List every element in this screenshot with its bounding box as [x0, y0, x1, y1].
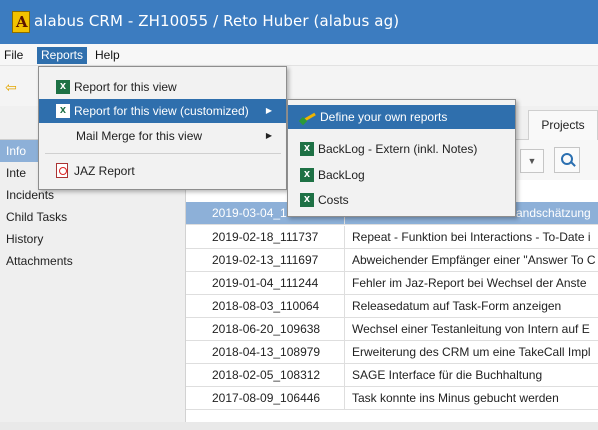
- cell-description: Abweichender Empfänger einer "Answer To …: [352, 253, 596, 267]
- excel-icon: X: [300, 193, 314, 207]
- window-title: alabus CRM - ZH10055 / Reto Huber (alabu…: [34, 12, 400, 30]
- cell-description: Repeat - Funktion bei Interactions - To-…: [352, 230, 591, 244]
- menu-item-costs[interactable]: X Costs: [288, 188, 515, 212]
- excel-icon: X: [300, 142, 314, 156]
- table-row[interactable]: 2019-02-18_111737 Repeat - Funktion bei …: [186, 226, 598, 249]
- chevron-down-icon[interactable]: ▼: [520, 149, 544, 173]
- menu-item-jaz-report[interactable]: JAZ Report: [39, 159, 286, 183]
- menu-file[interactable]: File: [0, 47, 27, 64]
- cell-number: 2019-02-18_111737: [186, 226, 345, 249]
- menu-reports[interactable]: Reports: [37, 47, 88, 64]
- search-icon[interactable]: [554, 147, 580, 173]
- menu-help[interactable]: Help: [91, 47, 124, 64]
- menu-item-define-own-reports[interactable]: Define your own reports: [288, 105, 515, 129]
- cell-description: SAGE Interface für die Buchhaltung: [352, 368, 543, 382]
- table-row[interactable]: 2018-08-03_110064 Releasedatum auf Task-…: [186, 295, 598, 318]
- custom-reports-submenu: Define your own reports X BackLog - Exte…: [287, 99, 516, 217]
- menu-bar: File Reports Help: [0, 44, 598, 66]
- menu-item-label: BackLog: [318, 168, 365, 182]
- menu-item-label: Costs: [318, 193, 349, 207]
- excel-icon: X: [56, 80, 70, 94]
- excel-icon: X: [300, 168, 314, 182]
- sidebar-item-attachments[interactable]: Attachments: [0, 250, 186, 272]
- table-row[interactable]: 2019-02-13_111697 Abweichender Empfänger…: [186, 249, 598, 272]
- sidebar-item-child-tasks[interactable]: Child Tasks: [0, 206, 186, 228]
- cell-number: 2018-06-20_109638: [186, 318, 345, 341]
- submenu-arrow-icon: ▶: [265, 106, 272, 115]
- cell-description: Erweiterung des CRM um eine TakeCall Imp…: [352, 345, 591, 359]
- cell-number: 2018-02-05_108312: [186, 364, 345, 387]
- back-arrow-icon[interactable]: ⇦: [5, 79, 17, 96]
- cell-description: Wechsel einer Testanleitung von Intern a…: [352, 322, 590, 336]
- cell-description: Fehler im Jaz-Report bei Wechsel der Ans…: [352, 276, 587, 290]
- cell-number: 2018-04-13_108979: [186, 341, 345, 364]
- menu-item-label: Mail Merge for this view: [76, 129, 203, 143]
- menu-item-report-customized[interactable]: X Report for this view (customized) ▶: [39, 99, 286, 123]
- menu-item-mail-merge[interactable]: Mail Merge for this view ▶: [39, 124, 286, 148]
- tab-projects[interactable]: Projects: [528, 110, 598, 140]
- alabus-logo-icon: [12, 11, 30, 33]
- cell-description: Task konnte ins Minus gebucht werden: [352, 391, 559, 405]
- menu-item-label: BackLog - Extern (inkl. Notes): [318, 142, 478, 156]
- cell-description: vandschätzung: [510, 206, 591, 220]
- menu-item-label: Define your own reports: [320, 110, 448, 124]
- table-row[interactable]: 2019-01-04_111244 Fehler im Jaz-Report b…: [186, 272, 598, 295]
- submenu-arrow-icon: ▶: [265, 131, 272, 140]
- table-row[interactable]: 2018-06-20_109638 Wechsel einer Testanle…: [186, 318, 598, 341]
- table-row[interactable]: 2018-02-05_108312 SAGE Interface für die…: [186, 364, 598, 387]
- menu-item-label: Report for this view: [74, 80, 177, 94]
- status-strip: [0, 422, 598, 430]
- cell-number: 2018-08-03_110064: [186, 295, 345, 318]
- cell-number: 2019-01-04_111244: [186, 272, 345, 295]
- title-bar: alabus CRM - ZH10055 / Reto Huber (alabu…: [0, 0, 598, 44]
- table-row[interactable]: 2017-08-09_106446 Task konnte ins Minus …: [186, 387, 598, 410]
- menu-separator: [45, 153, 281, 154]
- reports-menu: X Report for this view X Report for this…: [38, 66, 287, 190]
- cell-number: 2019-02-13_111697: [186, 249, 345, 272]
- menu-item-report-for-view[interactable]: X Report for this view: [39, 75, 286, 99]
- table-row[interactable]: 2018-04-13_108979 Erweiterung des CRM um…: [186, 341, 598, 364]
- menu-item-label: JAZ Report: [74, 164, 135, 178]
- pdf-icon: [56, 163, 68, 178]
- cell-description: Releasedatum auf Task-Form anzeigen: [352, 299, 562, 313]
- magic-wand-icon: [300, 110, 318, 124]
- sidebar-item-history[interactable]: History: [0, 228, 186, 250]
- cell-number: 2017-08-09_106446: [186, 387, 345, 410]
- menu-item-backlog[interactable]: X BackLog: [288, 163, 515, 187]
- menu-item-backlog-extern[interactable]: X BackLog - Extern (inkl. Notes): [288, 137, 515, 161]
- excel-icon: X: [56, 104, 70, 118]
- menu-item-label: Report for this view (customized): [74, 104, 249, 118]
